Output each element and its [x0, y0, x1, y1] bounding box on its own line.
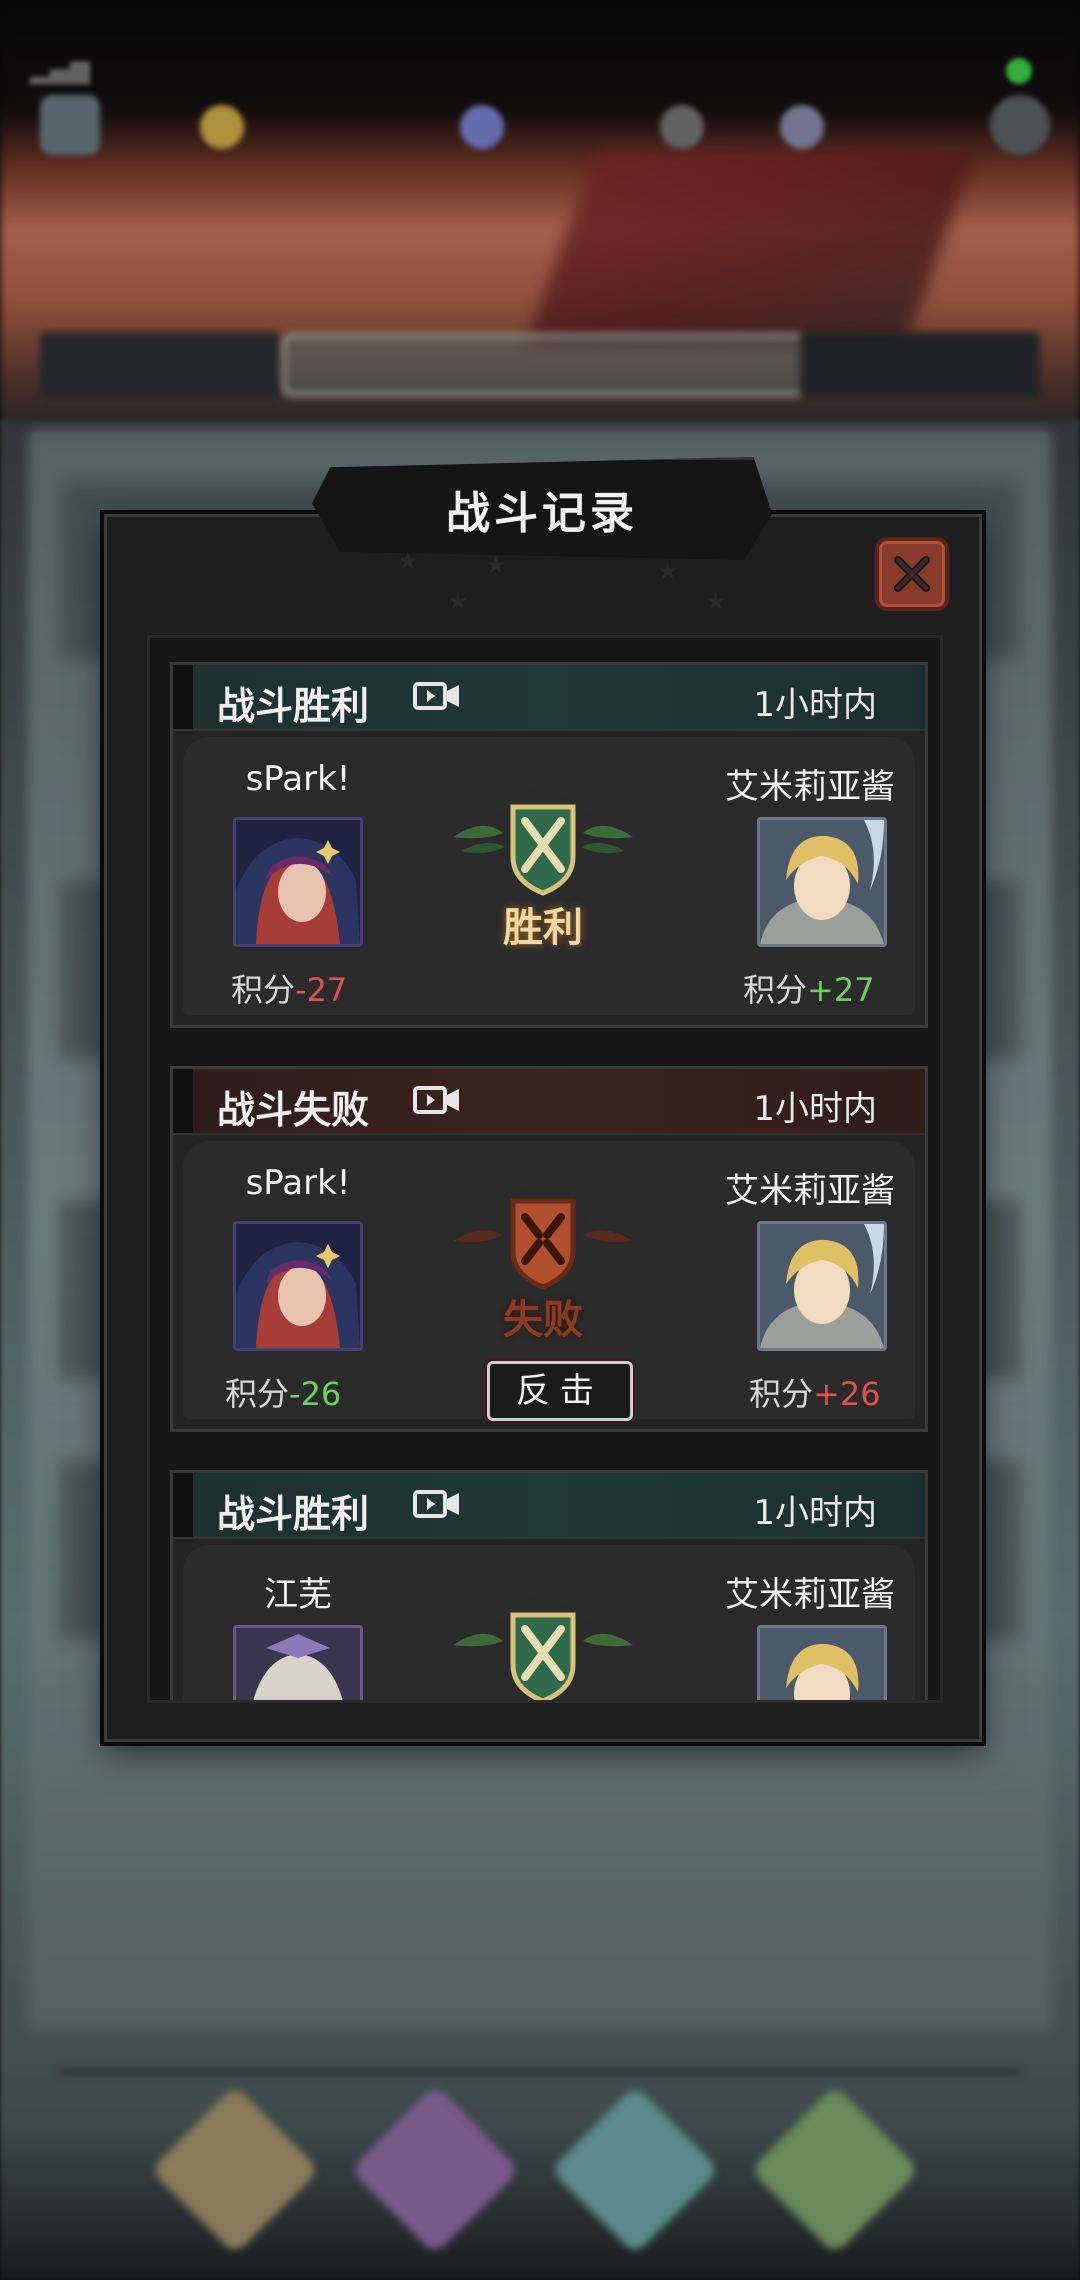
record-body: sPark! 积分-27 胜利 艾米莉亚酱 积分+27 — [183, 737, 915, 1015]
record-header: 战斗失败 1小时内 — [173, 1069, 925, 1135]
header-corner — [173, 1069, 193, 1133]
record-time: 1小时内 — [753, 1493, 877, 1533]
nav-divider — [60, 2070, 1020, 2074]
player-right-name: 艾米莉亚酱 — [725, 1171, 895, 1211]
battle-record-list[interactable]: 战斗胜利 1小时内 sPark! 积分-27 胜利 艾米莉亚酱 积分+27 战斗… — [147, 635, 943, 1703]
dialog-title-banner: 战斗记录 — [312, 457, 772, 567]
victory-emblem: 胜利 — [443, 777, 643, 977]
battle-record-card: 战斗胜利 1小时内 江芜 艾米莉亚酱 — [170, 1470, 928, 1700]
player-right-score: 积分+26 — [749, 1375, 881, 1413]
player-left-score: 积分-26 — [225, 1375, 342, 1413]
record-result: 战斗胜利 — [217, 684, 370, 728]
record-result: 战斗胜利 — [217, 1492, 370, 1536]
crossed-swords-shield-icon — [453, 1589, 633, 1700]
nav-button[interactable] — [550, 2085, 720, 2255]
video-camera-icon[interactable] — [413, 1085, 461, 1115]
header-corner — [173, 1473, 193, 1537]
player-right-avatar[interactable] — [757, 817, 887, 947]
player-right-name: 艾米莉亚酱 — [725, 1575, 895, 1615]
record-header: 战斗胜利 1小时内 — [173, 665, 925, 731]
victory-emblem — [443, 1585, 643, 1700]
star-ornament: ★ — [447, 587, 469, 615]
star-ornament: ★ — [657, 557, 679, 585]
player-left-name: sPark! — [245, 759, 351, 799]
bottom-nav — [0, 2070, 1080, 2280]
defeat-emblem: 失败 — [443, 1171, 643, 1371]
player-right-score: 积分+27 — [743, 971, 875, 1009]
record-time: 1小时内 — [753, 685, 877, 725]
player-left-name: 江芜 — [264, 1575, 332, 1615]
record-header: 战斗胜利 1小时内 — [173, 1473, 925, 1539]
video-camera-icon[interactable] — [413, 1489, 461, 1519]
dialog-title: 战斗记录 — [446, 488, 638, 539]
avatar-portrait — [760, 1224, 884, 1348]
close-x-icon — [894, 556, 930, 592]
battle-record-dialog: 战斗记录 ★ ★ ★ ★ ★ 战斗胜利 1小时内 sPark! 积分-27 胜利… — [104, 457, 982, 1742]
record-body: sPark! 积分-26 失败 反击 艾米莉亚酱 积分+26 — [183, 1141, 915, 1421]
nav-button[interactable] — [750, 2085, 920, 2255]
player-left-avatar[interactable] — [233, 817, 363, 947]
header-corner — [173, 665, 193, 729]
record-time: 1小时内 — [753, 1089, 877, 1129]
defeat-label: 失败 — [503, 1297, 583, 1343]
player-left-avatar[interactable] — [233, 1221, 363, 1351]
player-right-avatar[interactable] — [757, 1625, 887, 1700]
close-button[interactable] — [875, 537, 949, 611]
victory-label: 胜利 — [503, 905, 583, 951]
player-left-avatar[interactable] — [233, 1625, 363, 1700]
avatar-portrait — [760, 1628, 884, 1700]
counterattack-button[interactable]: 反击 — [487, 1361, 633, 1421]
star-ornament: ★ — [705, 587, 727, 615]
avatar-portrait — [236, 1628, 360, 1700]
player-right-avatar[interactable] — [757, 1221, 887, 1351]
record-body: 江芜 艾米莉亚酱 — [183, 1545, 915, 1700]
star-ornament: ★ — [397, 547, 419, 575]
avatar-portrait — [236, 820, 360, 944]
nav-button[interactable] — [350, 2085, 520, 2255]
star-ornament: ★ — [485, 551, 507, 579]
avatar-portrait — [236, 1224, 360, 1348]
player-left-name: sPark! — [245, 1163, 351, 1203]
battle-record-card: 战斗胜利 1小时内 sPark! 积分-27 胜利 艾米莉亚酱 积分+27 — [170, 662, 928, 1028]
video-camera-icon[interactable] — [413, 681, 461, 711]
avatar-portrait — [760, 820, 884, 944]
nav-button[interactable] — [150, 2085, 320, 2255]
player-right-name: 艾米莉亚酱 — [725, 767, 895, 807]
record-result: 战斗失败 — [217, 1088, 370, 1132]
player-left-score: 积分-27 — [231, 971, 348, 1009]
battle-record-card: 战斗失败 1小时内 sPark! 积分-26 失败 反击 艾米莉亚酱 积分+26 — [170, 1066, 928, 1432]
